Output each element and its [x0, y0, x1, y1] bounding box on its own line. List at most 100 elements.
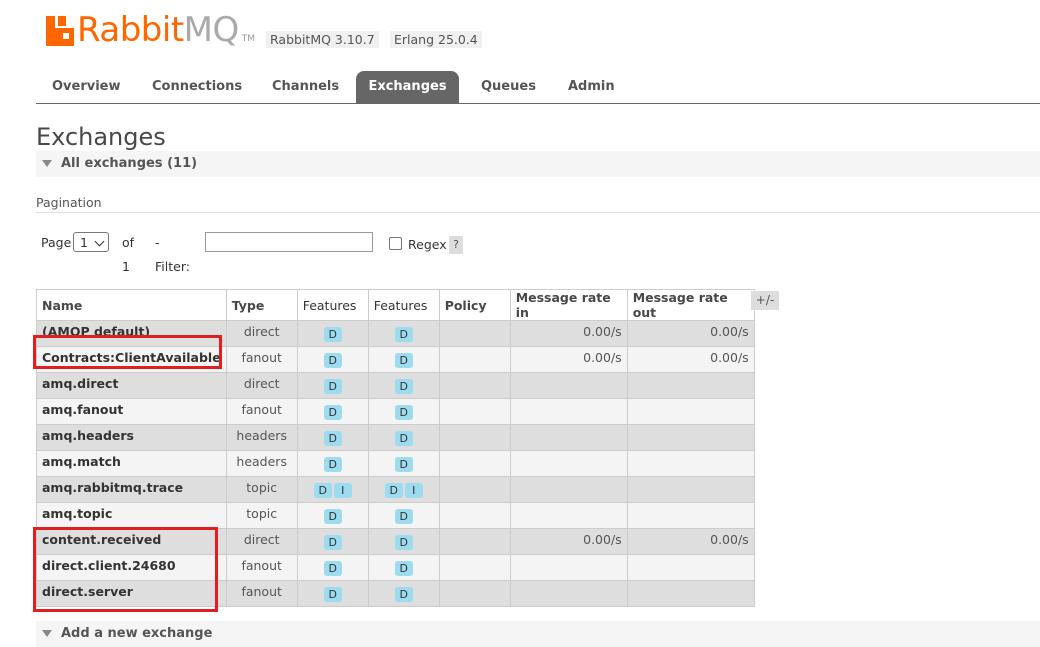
durable-badge: D	[394, 352, 413, 368]
column-header-type[interactable]: Type	[225, 289, 298, 321]
features-cell: DI	[296, 476, 369, 503]
page-title: Exchanges	[36, 123, 166, 151]
tab-channels[interactable]: Channels	[272, 71, 339, 103]
message-rate-out	[626, 580, 755, 607]
column-header-features: Features	[296, 289, 369, 321]
tab-exchanges[interactable]: Exchanges	[356, 71, 459, 103]
tab-admin[interactable]: Admin	[568, 71, 615, 103]
exchange-name-link[interactable]: amq.match	[36, 450, 227, 477]
regex-checkbox[interactable]	[389, 237, 402, 250]
add-exchange-toggle[interactable]: Add a new exchange	[36, 621, 1040, 647]
page-label: Page	[41, 235, 72, 250]
internal-badge: I	[404, 482, 423, 498]
collapse-triangle-icon	[42, 630, 52, 637]
durable-badge: D	[323, 404, 342, 420]
exchange-name-link[interactable]: amq.topic	[36, 502, 227, 529]
logo-wordmark: RabbitMQ	[77, 10, 239, 50]
message-rate-out	[626, 372, 755, 399]
column-header-policy[interactable]: Policy	[438, 289, 511, 321]
durable-badge: D	[323, 534, 342, 550]
policy-cell	[438, 554, 511, 581]
regex-label: Regex	[408, 237, 447, 252]
message-rate-in: 0.00/s	[509, 320, 628, 347]
features-cell: D	[367, 398, 440, 425]
exchange-type: topic	[225, 476, 298, 503]
exchange-name-link[interactable]: amq.direct	[36, 372, 227, 399]
table-row: amq.match headers D D	[36, 450, 755, 477]
features-cell: D	[296, 554, 369, 581]
column-header-rate-in[interactable]: Message rate in	[509, 289, 628, 321]
exchanges-table: Name Type Features Features Policy Messa…	[36, 289, 755, 607]
features-cell: D	[296, 502, 369, 529]
features-cell: D	[367, 554, 440, 581]
internal-badge: I	[333, 482, 352, 498]
add-exchange-heading: Add a new exchange	[61, 626, 213, 641]
main-nav-tabs: Overview Connections Channels Exchanges …	[36, 71, 1040, 104]
table-row: amq.headers headers D D	[36, 424, 755, 451]
exchange-name-link[interactable]: amq.rabbitmq.trace	[36, 476, 227, 503]
exchange-type: fanout	[225, 346, 298, 373]
durable-badge: D	[394, 456, 413, 472]
column-header-rate-out[interactable]: Message rate out	[626, 289, 755, 321]
message-rate-out: 0.00/s	[626, 346, 755, 373]
tab-queues[interactable]: Queues	[481, 71, 536, 103]
message-rate-out	[626, 476, 755, 503]
column-toggle-button[interactable]: +/-	[751, 291, 779, 310]
message-rate-out	[626, 554, 755, 581]
column-header-features: Features	[367, 289, 440, 321]
message-rate-in: 0.00/s	[509, 528, 628, 555]
durable-badge: D	[313, 482, 332, 498]
durable-badge: D	[323, 560, 342, 576]
rabbitmq-logo[interactable]: RabbitMQ TM	[46, 10, 255, 50]
rabbitmq-logo-icon	[46, 16, 74, 46]
message-rate-in	[509, 580, 628, 607]
durable-badge: D	[394, 508, 413, 524]
collapse-triangle-icon	[42, 160, 52, 167]
message-rate-in	[509, 450, 628, 477]
policy-cell	[438, 424, 511, 451]
table-row: amq.fanout fanout D D	[36, 398, 755, 425]
all-exchanges-toggle[interactable]: All exchanges (11)	[36, 151, 1040, 177]
exchange-name-link[interactable]: amq.headers	[36, 424, 227, 451]
durable-badge: D	[394, 534, 413, 550]
column-header-name[interactable]: Name	[36, 289, 227, 321]
policy-cell	[438, 580, 511, 607]
tab-connections[interactable]: Connections	[152, 71, 242, 103]
features-cell: D	[367, 502, 440, 529]
message-rate-in	[509, 476, 628, 503]
exchange-name-link[interactable]: Contracts:ClientAvailable	[36, 346, 227, 373]
features-cell: D	[367, 424, 440, 451]
durable-badge: D	[394, 404, 413, 420]
exchange-name-link[interactable]: amq.fanout	[36, 398, 227, 425]
features-cell: D	[367, 346, 440, 373]
features-cell: D	[296, 372, 369, 399]
features-cell: D	[296, 346, 369, 373]
durable-badge: D	[394, 430, 413, 446]
features-cell: DI	[367, 476, 440, 503]
exchange-name-link[interactable]: content.received	[36, 528, 227, 555]
message-rate-out	[626, 450, 755, 477]
exchange-name-link[interactable]: direct.server	[36, 580, 227, 607]
page-count-label: of 1	[122, 235, 135, 274]
exchange-type: topic	[225, 502, 298, 529]
table-row: amq.rabbitmq.trace topic D I D I	[36, 476, 755, 503]
features-cell: D	[367, 580, 440, 607]
exchange-type: direct	[225, 528, 298, 555]
message-rate-out	[626, 424, 755, 451]
table-row: content.received direct D D 0.00/s 0.00/s	[36, 528, 755, 555]
regex-help-button[interactable]: ?	[449, 236, 463, 254]
tab-overview[interactable]: Overview	[52, 71, 121, 103]
durable-badge: D	[394, 560, 413, 576]
durable-badge: D	[384, 482, 403, 498]
features-cell: D	[367, 450, 440, 477]
exchange-type: headers	[225, 450, 298, 477]
policy-cell	[438, 528, 511, 555]
filter-input[interactable]	[205, 232, 373, 252]
message-rate-in	[509, 398, 628, 425]
exchange-name-link[interactable]: direct.client.24680	[36, 554, 227, 581]
durable-badge: D	[323, 508, 342, 524]
exchange-name-link[interactable]: (AMQP default)	[36, 320, 227, 347]
page-select[interactable]: 1	[73, 232, 109, 252]
pagination-heading: Pagination	[36, 195, 102, 210]
durable-badge: D	[394, 326, 413, 342]
